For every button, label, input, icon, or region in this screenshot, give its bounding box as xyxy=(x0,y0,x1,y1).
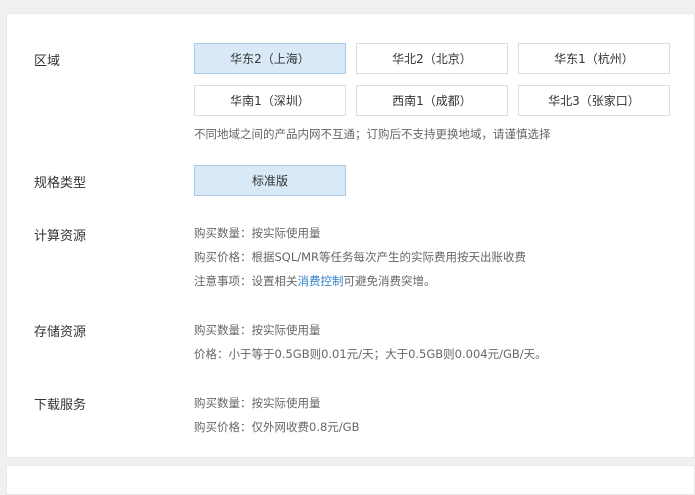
region-label: 区域 xyxy=(34,54,61,69)
spec-label: 规格类型 xyxy=(34,176,87,191)
region-option-hangzhou[interactable]: 华东1（杭州） xyxy=(518,43,670,74)
download-price: 购买价格：仅外网收费0.8元/GB xyxy=(194,420,360,434)
spec-option-standard[interactable]: 标准版 xyxy=(194,165,346,196)
compute-notice-suffix: 可避免消费突增。 xyxy=(343,274,436,288)
storage-price: 价格：小于等于0.5GB则0.01元/天；大于0.5GB则0.004元/GB/天… xyxy=(194,347,547,361)
compute-label: 计算资源 xyxy=(34,229,87,244)
region-option-chengdu[interactable]: 西南1（成都） xyxy=(356,85,508,116)
region-option-zhangjiakou[interactable]: 华北3（张家口） xyxy=(518,85,670,116)
region-note: 不同地域之间的产品内网不互通；订购后不支持更换地域，请谨慎选择 xyxy=(194,127,551,141)
next-panel-edge xyxy=(6,465,695,495)
consumption-control-link[interactable]: 消费控制 xyxy=(298,274,344,288)
region-option-beijing[interactable]: 华北2（北京） xyxy=(356,43,508,74)
storage-label: 存储资源 xyxy=(34,325,87,340)
compute-quantity: 购买数量：按实际使用量 xyxy=(194,226,321,240)
top-band xyxy=(0,0,695,10)
region-option-shanghai[interactable]: 华东2（上海） xyxy=(194,43,346,74)
region-option-shenzhen[interactable]: 华南1（深圳） xyxy=(194,85,346,116)
compute-notice: 注意事项：设置相关消费控制可避免消费突增。 xyxy=(194,274,436,289)
compute-notice-prefix: 注意事项：设置相关 xyxy=(194,274,298,288)
download-label: 下载服务 xyxy=(34,398,87,413)
storage-quantity: 购买数量：按实际使用量 xyxy=(194,323,321,337)
download-quantity: 购买数量：按实际使用量 xyxy=(194,396,321,410)
compute-price: 购买价格：根据SQL/MR等任务每次产生的实际费用按天出账收费 xyxy=(194,250,527,264)
purchase-config-panel xyxy=(6,13,695,458)
